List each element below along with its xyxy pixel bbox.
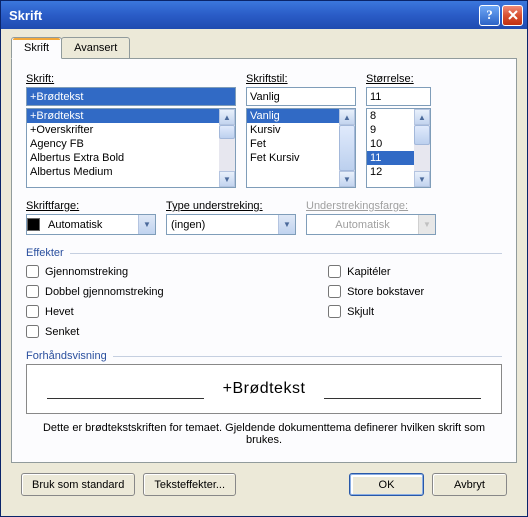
style-list-item[interactable]: Fet Kursiv <box>247 151 339 165</box>
smallcaps-checkbox[interactable]: Kapitéler <box>328 265 502 278</box>
font-list-item[interactable]: Agency FB <box>27 137 219 151</box>
underline-value: (ingen) <box>167 219 278 231</box>
button-bar: Bruk som standard Teksteffekter... OK Av… <box>11 463 517 506</box>
style-label: Skriftstil: <box>246 73 356 85</box>
size-label: Størrelse: <box>366 73 431 85</box>
size-scrollbar[interactable]: ▲ ▼ <box>414 109 430 187</box>
set-default-button[interactable]: Bruk som standard <box>21 473 135 496</box>
scroll-down-icon[interactable]: ▼ <box>339 171 355 187</box>
style-input[interactable] <box>246 87 356 106</box>
tab-advanced[interactable]: Avansert <box>61 37 130 59</box>
dstrike-checkbox[interactable]: Dobbel gjennomstreking <box>26 285 248 298</box>
chevron-down-icon: ▼ <box>418 215 435 234</box>
scroll-down-icon[interactable]: ▼ <box>219 171 235 187</box>
font-dialog: Skrift ? Skrift Avansert Skrift: +Brødte… <box>0 0 528 517</box>
tabpage-font: Skrift: +Brødtekst+OverskrifterAgency FB… <box>11 58 517 463</box>
fontcolor-value: Automatisk <box>44 219 138 231</box>
super-checkbox[interactable]: Hevet <box>26 305 248 318</box>
size-listbox[interactable]: 89101112 ▲ ▼ <box>366 108 431 188</box>
preview-text: +Brødtekst <box>223 380 306 398</box>
tab-advanced-label: Avansert <box>74 42 117 54</box>
cancel-button[interactable]: Avbryt <box>432 473 507 496</box>
style-list-item[interactable]: Vanlig <box>247 109 339 123</box>
tabstrip: Skrift Avansert <box>11 37 517 59</box>
underline-label: Type understreking: <box>166 200 296 212</box>
font-input[interactable] <box>26 87 236 106</box>
chevron-down-icon[interactable]: ▼ <box>138 215 155 234</box>
style-list-item[interactable]: Fet <box>247 137 339 151</box>
font-label: Skrift: <box>26 73 236 85</box>
scroll-thumb[interactable] <box>414 125 430 145</box>
close-icon <box>508 10 518 20</box>
scroll-thumb[interactable] <box>219 125 235 139</box>
help-button[interactable]: ? <box>479 5 500 26</box>
texteffects-button[interactable]: Teksteffekter... <box>143 473 236 496</box>
fontcolor-dropdown[interactable]: Automatisk ▼ <box>26 214 156 235</box>
size-list-item[interactable]: 12 <box>367 165 414 179</box>
size-list-item[interactable]: 8 <box>367 109 414 123</box>
sub-checkbox[interactable]: Senket <box>26 325 248 338</box>
size-list-item[interactable]: 10 <box>367 137 414 151</box>
hidden-checkbox[interactable]: Skjult <box>328 305 502 318</box>
font-list-item[interactable]: +Brødtekst <box>27 109 219 123</box>
font-list-item[interactable]: Albertus Extra Bold <box>27 151 219 165</box>
chevron-down-icon[interactable]: ▼ <box>278 215 295 234</box>
scroll-thumb[interactable] <box>339 125 355 171</box>
description-text: Dette er brødtekstskriften for temaet. G… <box>26 422 502 446</box>
underlinecolor-label: Understrekingsfarge: <box>306 200 436 212</box>
window-title: Skrift <box>9 8 477 23</box>
style-list-item[interactable]: Kursiv <box>247 123 339 137</box>
scroll-up-icon[interactable]: ▲ <box>219 109 235 125</box>
fontcolor-label: Skriftfarge: <box>26 200 156 212</box>
titlebar[interactable]: Skrift ? <box>1 1 527 29</box>
effects-group-label: Effekter <box>26 247 64 259</box>
ok-button[interactable]: OK <box>349 473 424 496</box>
size-list-item[interactable]: 11 <box>367 151 414 165</box>
close-button[interactable] <box>502 5 523 26</box>
style-listbox[interactable]: VanligKursivFetFet Kursiv ▲ ▼ <box>246 108 356 188</box>
size-input[interactable] <box>366 87 431 106</box>
size-list-item[interactable]: 9 <box>367 123 414 137</box>
underlinecolor-value: Automatisk <box>307 219 418 231</box>
scroll-up-icon[interactable]: ▲ <box>339 109 355 125</box>
style-scrollbar[interactable]: ▲ ▼ <box>339 109 355 187</box>
underline-dropdown[interactable]: (ingen) ▼ <box>166 214 296 235</box>
tab-font-label: Skrift <box>24 42 49 54</box>
underlinecolor-dropdown: Automatisk ▼ <box>306 214 436 235</box>
scroll-down-icon[interactable]: ▼ <box>414 171 430 187</box>
font-list-item[interactable]: Albertus Medium <box>27 165 219 179</box>
allcaps-checkbox[interactable]: Store bokstaver <box>328 285 502 298</box>
strike-checkbox[interactable]: Gjennomstreking <box>26 265 248 278</box>
preview-group-label: Forhåndsvisning <box>26 350 107 362</box>
font-list-item[interactable]: +Overskrifter <box>27 123 219 137</box>
font-listbox[interactable]: +Brødtekst+OverskrifterAgency FBAlbertus… <box>26 108 236 188</box>
color-swatch-icon <box>27 218 40 231</box>
scroll-up-icon[interactable]: ▲ <box>414 109 430 125</box>
tab-font[interactable]: Skrift <box>11 37 62 59</box>
font-scrollbar[interactable]: ▲ ▼ <box>219 109 235 187</box>
preview-box: +Brødtekst <box>26 364 502 414</box>
